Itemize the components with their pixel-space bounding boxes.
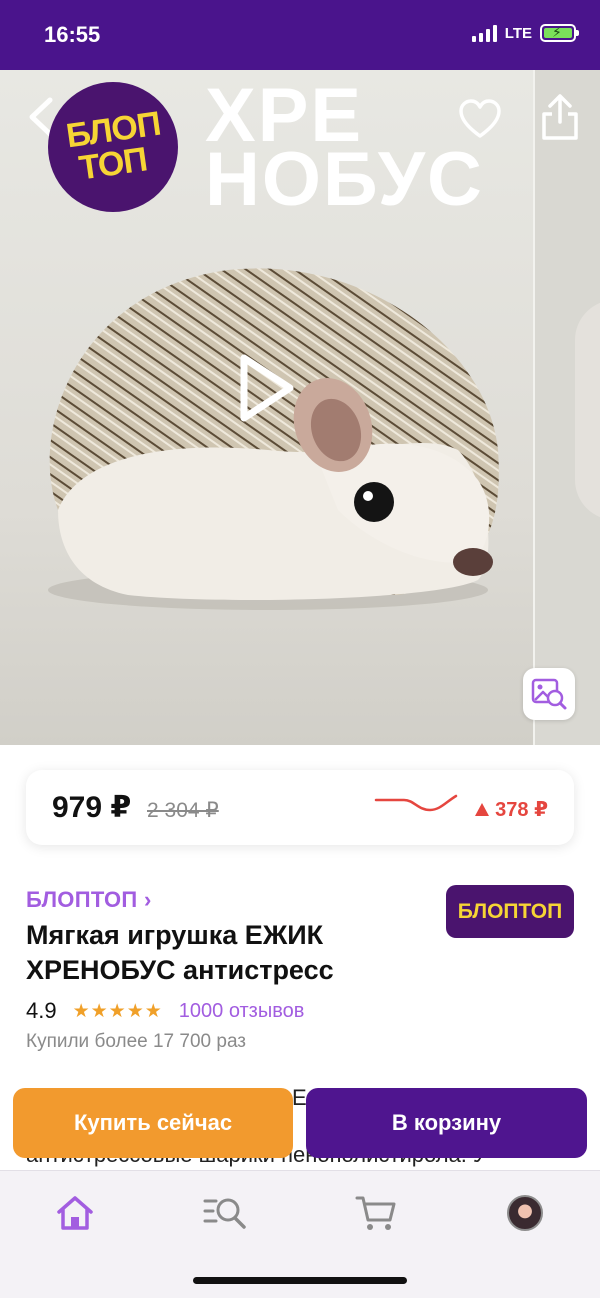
status-time: 16:55 xyxy=(44,22,101,47)
price-card[interactable]: 979 ₽ 2 304 ₽ 378 ₽ xyxy=(26,770,574,845)
hedgehog-image xyxy=(48,268,499,610)
hero-title-line-2: НОБУС xyxy=(205,137,484,222)
profile-avatar xyxy=(507,1195,543,1231)
image-search-icon xyxy=(531,678,567,710)
tab-cart[interactable] xyxy=(352,1189,400,1237)
description-text-partial: Е xyxy=(292,1085,307,1110)
image-search-button[interactable] xyxy=(523,668,575,720)
product-title: Мягкая игрушка ЕЖИК ХРЕНОБУС антистресс xyxy=(26,920,334,985)
brand-link[interactable]: БЛОПТОП › xyxy=(26,887,152,913)
rating-row[interactable]: 4.9 ★★★★★ 1000 отзывов xyxy=(26,998,304,1024)
catalog-search-icon xyxy=(203,1198,246,1229)
share-icon[interactable] xyxy=(538,92,582,144)
cart-icon xyxy=(355,1196,396,1230)
current-price: 979 ₽ xyxy=(52,791,132,824)
tab-profile[interactable] xyxy=(501,1189,549,1237)
heart-icon[interactable] xyxy=(458,98,502,142)
old-price: 2 304 ₽ xyxy=(147,799,219,822)
logo-text-bottom: ТОП xyxy=(76,140,150,188)
next-image-peek[interactable] xyxy=(533,70,600,745)
home-indicator xyxy=(193,1277,407,1284)
play-icon[interactable] xyxy=(232,352,298,424)
add-to-cart-button[interactable]: В корзину xyxy=(306,1088,587,1158)
battery-icon: ⚡ xyxy=(540,24,579,42)
buy-now-button[interactable]: Купить сейчас xyxy=(13,1088,293,1158)
hero-title: ХРЕ НОБУС xyxy=(205,78,484,222)
rating-stars: ★★★★★ xyxy=(72,1000,163,1022)
price-change: 378 ₽ xyxy=(475,797,548,822)
signal-icon xyxy=(471,24,497,42)
price-change-value: 378 ₽ xyxy=(495,799,548,821)
network-type: LTE xyxy=(504,24,532,42)
tab-home[interactable] xyxy=(51,1189,99,1237)
product-image-gallery[interactable]: БЛОП ТОП ХРЕ НОБУС xyxy=(0,70,600,745)
status-indicators: LTE ⚡ xyxy=(471,24,579,42)
arrow-up-icon xyxy=(475,803,490,816)
purchase-count: Купили более 17 700 раз xyxy=(26,1031,247,1052)
status-bar: 16:55 LTE ⚡ xyxy=(0,0,600,70)
brand-logo: БЛОП ТОП xyxy=(48,82,178,212)
home-icon xyxy=(57,1196,93,1230)
tab-catalog[interactable] xyxy=(201,1189,249,1237)
reviews-link[interactable]: 1000 отзывов xyxy=(179,1000,305,1023)
rating-value: 4.9 xyxy=(26,998,57,1023)
brand-badge[interactable]: БЛОПТОП xyxy=(446,885,574,938)
price-history-chart xyxy=(374,794,458,812)
